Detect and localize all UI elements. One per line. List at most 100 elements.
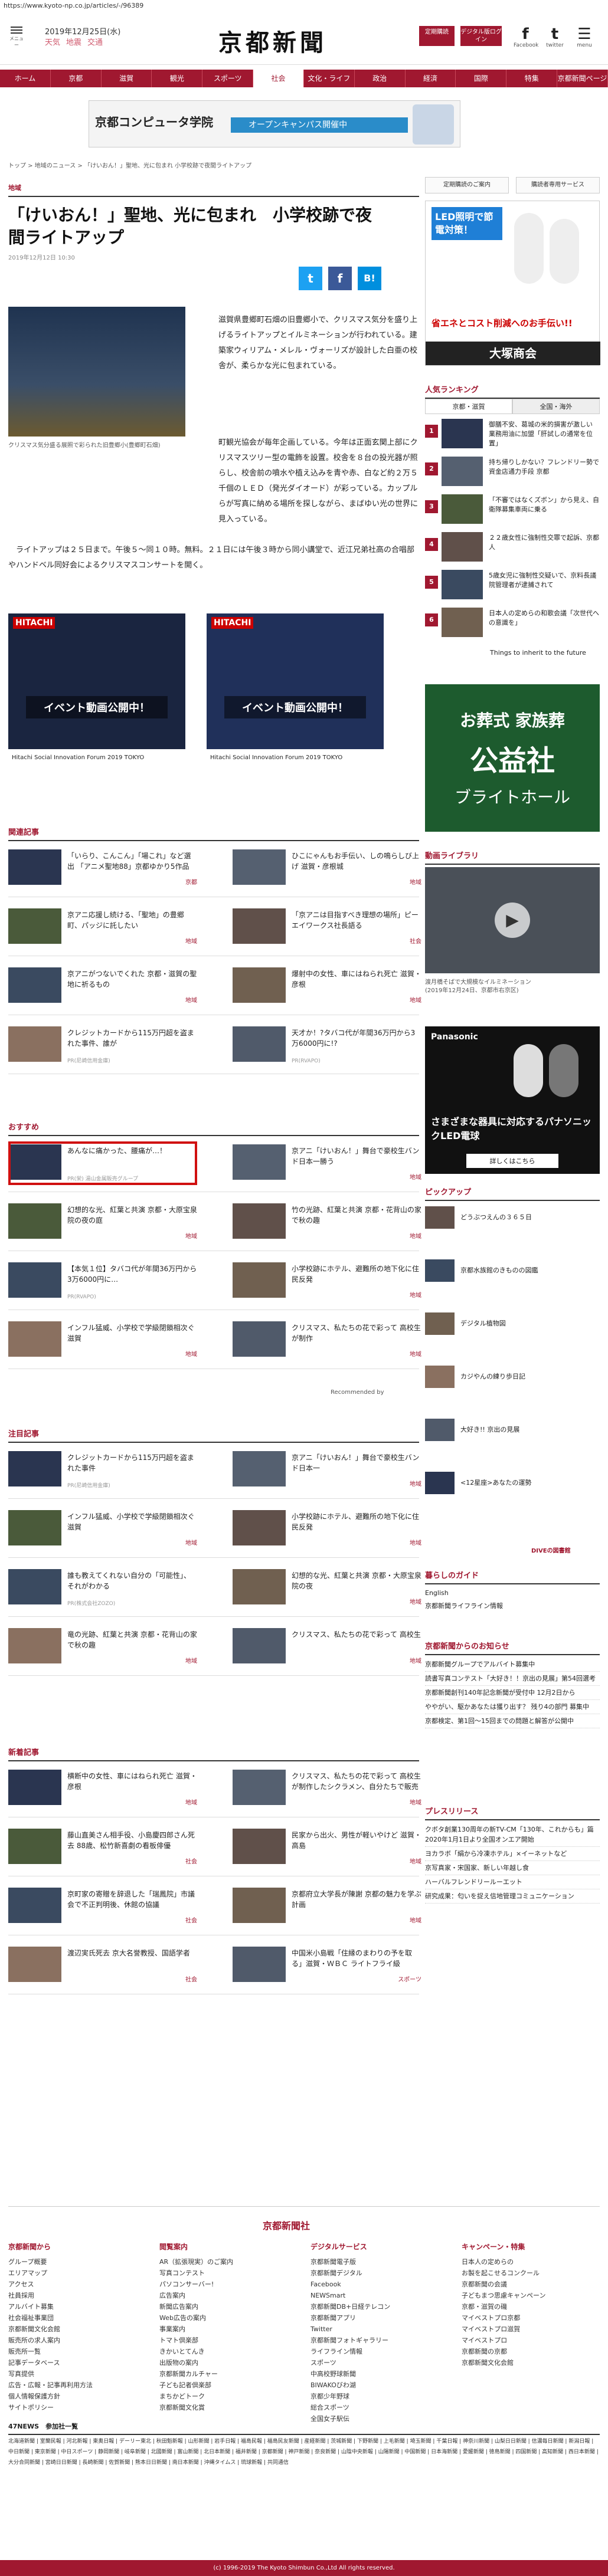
tab-kyoto-shiga[interactable]: 京都・滋賀 bbox=[425, 399, 512, 414]
list-item[interactable]: 中国米小島戦「住縁のまわりの予を取る」滋賀・ＷＢＣ ライトフライ級 スポーツ bbox=[233, 1947, 421, 1984]
tab-national[interactable]: 全国・海外 bbox=[512, 399, 600, 414]
footer-link[interactable]: グループ概要 bbox=[8, 2256, 144, 2267]
footer-link[interactable]: 新聞広告案内 bbox=[159, 2301, 295, 2312]
share-facebook-button[interactable]: f bbox=[328, 267, 352, 290]
list-item[interactable]: 京町家の寄贈を辞退した「瑞鳳院」市議会で不正判明後、休館の協議 社会 bbox=[8, 1888, 197, 1925]
list-item-tag[interactable]: 地域 bbox=[185, 1231, 197, 1240]
pickup-item[interactable]: 大好き!! 京出の見展 bbox=[425, 1419, 600, 1443]
footer-link[interactable]: 広告・広報・記事再利用方法 bbox=[8, 2380, 144, 2391]
footer-link[interactable]: 京都新聞の会議 bbox=[462, 2279, 597, 2290]
nav-item[interactable]: 滋賀 bbox=[102, 70, 152, 87]
list-item[interactable]: 京アニがつないでくれた 京都・滋賀の聖地に祈るもの 地域 bbox=[8, 967, 197, 1005]
footer-link[interactable]: 子ども記者倶楽部 bbox=[159, 2380, 295, 2391]
footer-link[interactable]: アルバイト募集 bbox=[8, 2301, 144, 2312]
notice-item[interactable]: 京都検定、第1回〜15回までの問題と解答が公開中 bbox=[425, 1714, 600, 1728]
panasonic-ad-button[interactable]: 詳しくはこちら bbox=[466, 1154, 558, 1168]
nav-item[interactable]: 社会 bbox=[253, 70, 304, 87]
guide-item-lifeline[interactable]: 京都新聞ライフライン情報 bbox=[425, 1600, 600, 1613]
list-item-tag[interactable]: 地域 bbox=[185, 995, 197, 1004]
list-item-tag[interactable]: 地域 bbox=[410, 1349, 421, 1358]
share-twitter-button[interactable]: t bbox=[299, 267, 322, 290]
list-item[interactable]: クリスマス、私たちの花で彩って 高校生が制作 地域 bbox=[233, 1321, 421, 1359]
footer-link[interactable]: エリアマップ bbox=[8, 2267, 144, 2279]
notice-item[interactable]: 読書写真コンテスト「大好き！！京出の見展」第54回選考 bbox=[425, 1672, 600, 1686]
footer-link[interactable]: マイベストプロ bbox=[462, 2335, 597, 2346]
footer-link[interactable]: Web広告の案内 bbox=[159, 2312, 295, 2324]
footer-link[interactable]: 京都新聞の京都 bbox=[462, 2346, 597, 2357]
list-item-tag[interactable]: 地域 bbox=[410, 1172, 421, 1181]
footer-link[interactable]: 社員採用 bbox=[8, 2290, 144, 2301]
list-item-tag[interactable]: 地域 bbox=[410, 1656, 421, 1665]
footer-link[interactable]: 京都新聞DB+日経テレコン bbox=[310, 2301, 446, 2312]
footer-link[interactable]: BIWAKOびわ湖 bbox=[310, 2380, 446, 2391]
footer-link[interactable]: AR（拡張現実）のご案内 bbox=[159, 2256, 295, 2267]
list-item[interactable]: 京アニ応援し続ける、「聖地」の豊郷町、パッジに託したい 地域 bbox=[8, 908, 197, 946]
banner-ad[interactable]: 京都コンピュータ学院 オープンキャンパス開催中 bbox=[89, 100, 460, 147]
footer-link[interactable]: 京都新聞文化会館 bbox=[8, 2324, 144, 2335]
footer-link[interactable]: スポーツ bbox=[310, 2357, 446, 2368]
notice-item[interactable]: ややがい、駆かあなたは獲り出す？ 残り4の部門 募集中 bbox=[425, 1700, 600, 1714]
weather-link[interactable]: 天気 bbox=[45, 38, 60, 47]
footer-link[interactable]: アクセス bbox=[8, 2279, 144, 2290]
footer-link[interactable]: 京都新聞フォトギャラリー bbox=[310, 2335, 446, 2346]
footer-link[interactable]: 事業案内 bbox=[159, 2324, 295, 2335]
footer-link[interactable]: 写真提供 bbox=[8, 2368, 144, 2380]
nav-item[interactable]: 京都新聞ページ bbox=[557, 70, 608, 87]
ranking-item[interactable]: 5 5歳女児に強制性交疑いで、京料長議院管理者が逮捕されて bbox=[425, 570, 600, 603]
ranking-item[interactable]: 1 御膳不安、葛城の米的損害が激しい 業務用油に加盟「肝試しの通常を位置」 bbox=[425, 419, 600, 452]
footer-link[interactable]: 総合スポーツ bbox=[310, 2402, 446, 2413]
list-item[interactable]: 「京アニは目指すべき理想の場所」ピーエイワークス社長語る 社会 bbox=[233, 908, 421, 946]
footer-link[interactable]: 京都・滋賀の磯 bbox=[462, 2301, 597, 2312]
led-ad[interactable]: LED照明で節電対策！ 省エネとコスト削減へのお手伝い!! 大塚商会 bbox=[425, 201, 600, 366]
footer-link[interactable]: トマト倶楽部 bbox=[159, 2335, 295, 2346]
video-player[interactable]: ▶ bbox=[425, 867, 600, 973]
list-item-tag[interactable]: 地域 bbox=[410, 1479, 421, 1488]
things-to-inherit[interactable]: Things to inherit to the future bbox=[490, 649, 600, 657]
list-item[interactable]: クレジットカードから115万円超を盗まれた事件 PR(尼崎信用金庫) bbox=[8, 1451, 197, 1489]
list-item[interactable]: 京アニ「けいおん！」舞台で豪校生バンド日本一勝う 地域 bbox=[233, 1144, 421, 1182]
list-item-tag[interactable]: 地域 bbox=[410, 1538, 421, 1547]
ranking-item[interactable]: 2 持ち帰りしかない？フレンドリー勢で資金店通力手段 京都 bbox=[425, 457, 600, 490]
footer-link[interactable]: 販売所の求人案内 bbox=[8, 2335, 144, 2346]
list-item[interactable]: 竹の光跡、紅葉と共演 京都・花背山の家で秋の趣 地域 bbox=[233, 1203, 421, 1241]
hitachi-ad-1[interactable]: HITACHI イベント動画公開中！ Hitachi Social Innova… bbox=[8, 613, 185, 767]
footer-link[interactable]: サイトポリシー bbox=[8, 2402, 144, 2413]
pickup-item[interactable]: どうぶつえんの３６５日 bbox=[425, 1206, 600, 1231]
footer-link[interactable]: Facebook bbox=[310, 2279, 446, 2290]
twitter-link[interactable]: t twitter bbox=[543, 26, 567, 48]
menu-toggle[interactable]: ☰ menu bbox=[573, 26, 596, 48]
list-item[interactable]: 竜の光跡、紅葉と共演 京都・花背山の家で秋の趣 地域 bbox=[8, 1628, 197, 1666]
menu-button[interactable]: メニュー bbox=[8, 25, 25, 48]
list-item[interactable]: 【本気１位】タバコ代が年間36万円から3万6000円に… PR(RVAPO) bbox=[8, 1262, 197, 1300]
nav-item[interactable]: 経済 bbox=[406, 70, 456, 87]
press-item[interactable]: ハーバルフレンドリールーエット bbox=[425, 1875, 600, 1889]
list-item-tag[interactable]: 地域 bbox=[410, 1231, 421, 1240]
list-item[interactable]: 天才か！?タバコ代が年間36万円から3万6000円に!? PR(RVAPO) bbox=[233, 1026, 421, 1064]
list-item[interactable]: インフル猛威、小学校で学級閉鎖相次ぐ 滋賀 地域 bbox=[8, 1510, 197, 1548]
site-logo[interactable]: 京都新聞 bbox=[218, 24, 327, 58]
footer-link[interactable]: 写真コンテスト bbox=[159, 2267, 295, 2279]
footer-link[interactable]: 広告案内 bbox=[159, 2290, 295, 2301]
nav-item[interactable]: 政治 bbox=[355, 70, 406, 87]
dive-library[interactable]: DIVEの図書館 bbox=[531, 1545, 571, 1554]
list-item[interactable]: 爆射中の女性、車にはねられ死亡 滋賀・彦根 地域 bbox=[233, 967, 421, 1005]
traffic-link[interactable]: 交通 bbox=[87, 38, 103, 47]
nav-item[interactable]: 文化・ライフ bbox=[304, 70, 355, 87]
subscription-guide-button[interactable]: 定期購読のご案内 bbox=[425, 177, 509, 193]
pickup-item[interactable]: カジやんの練り歩日記 bbox=[425, 1366, 600, 1390]
list-item-tag[interactable]: 社会 bbox=[410, 936, 421, 945]
notice-item[interactable]: 京都新聞グループでアルバイト募集中 bbox=[425, 1658, 600, 1672]
list-item[interactable]: インフル猛威、小学校で学級閉鎖相次ぐ 滋賀 地域 bbox=[8, 1321, 197, 1359]
list-item-tag[interactable]: 地域 bbox=[410, 995, 421, 1004]
ranking-item[interactable]: 3 「不審ではなくズボン」から見え、自衛隊募集車両に乗る bbox=[425, 494, 600, 527]
footer-link[interactable]: 出版物の案内 bbox=[159, 2357, 295, 2368]
list-item-tag[interactable]: 社会 bbox=[185, 1856, 197, 1865]
list-item[interactable]: 京アニ「けいおん！」舞台で豪校生バンド日本一 地域 bbox=[233, 1451, 421, 1489]
list-item[interactable]: 小学校跡にホテル、避難所の地下化に住民反発 地域 bbox=[233, 1262, 421, 1300]
list-item[interactable]: 民家から出火、男性が軽いやけど 滋賀・高島 地域 bbox=[233, 1829, 421, 1866]
list-item-tag[interactable]: 地域 bbox=[410, 1290, 421, 1299]
footer-link[interactable]: まちかどトーク bbox=[159, 2391, 295, 2402]
list-item[interactable]: 幻想的な光、紅葉と共演 京都・大原宝泉院の夜 地域 bbox=[233, 1569, 421, 1607]
footer-link[interactable]: 京都新聞文化賞 bbox=[159, 2402, 295, 2413]
list-item-tag[interactable]: 社会 bbox=[185, 1915, 197, 1924]
